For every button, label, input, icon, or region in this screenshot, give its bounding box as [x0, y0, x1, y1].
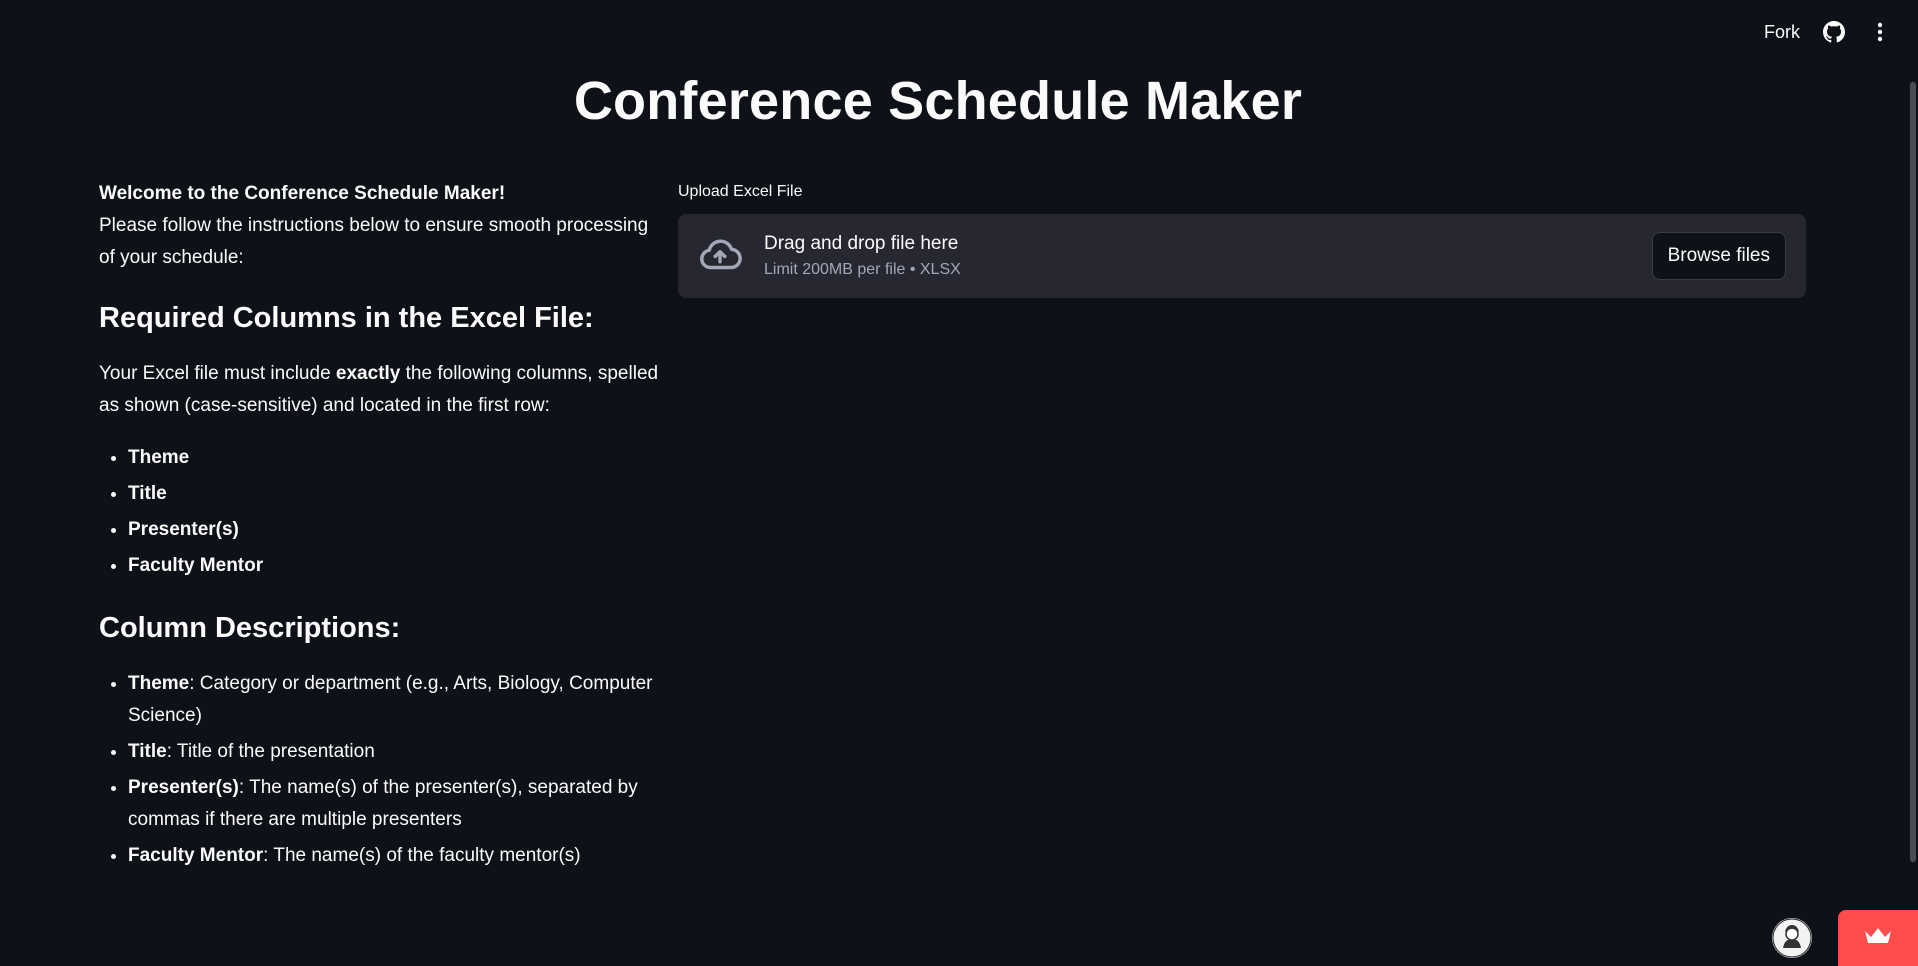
required-columns-list: Theme Title Presenter(s) Faculty Mentor	[99, 442, 659, 582]
dropzone-instruction: Drag and drop file here	[764, 233, 959, 254]
column-name: Theme	[128, 447, 190, 468]
column-description: : The name(s) of the faculty mentor(s)	[263, 845, 581, 866]
column-description: : Category or department (e.g., Arts, Bi…	[128, 673, 653, 726]
list-item: Theme: Category or department (e.g., Art…	[128, 668, 659, 732]
list-item: Faculty Mentor: The name(s) of the facul…	[128, 840, 659, 872]
page-title: Conference Schedule Maker	[573, 71, 1303, 131]
cloud-upload-icon	[696, 232, 744, 280]
list-item: Theme	[128, 442, 659, 474]
column-name: Faculty Mentor	[128, 555, 264, 576]
column-name: Presenter(s)	[128, 519, 239, 540]
column-name: Faculty Mentor	[128, 845, 264, 866]
list-item: Title: Title of the presentation	[128, 736, 659, 768]
list-item: Title	[128, 478, 659, 510]
github-icon[interactable]	[1822, 20, 1846, 44]
list-item: Faculty Mentor	[128, 550, 659, 582]
hosted-with-streamlit-badge[interactable]	[1838, 910, 1918, 966]
welcome-heading: Welcome to the Conference Schedule Maker…	[99, 183, 506, 204]
required-columns-paragraph: Your Excel file must include exactly the…	[99, 358, 659, 422]
page-scrollbar[interactable]	[1910, 82, 1916, 862]
upload-label: Upload Excel File	[678, 183, 803, 200]
column-name: Title	[128, 483, 167, 504]
user-avatar[interactable]	[1772, 918, 1812, 958]
column-name: Theme	[128, 673, 190, 694]
fork-link[interactable]: Fork	[1764, 22, 1800, 43]
crown-icon	[1863, 926, 1893, 951]
kebab-menu-icon[interactable]	[1868, 20, 1892, 44]
file-dropzone[interactable]: Drag and drop file here Limit 200MB per …	[678, 214, 1806, 298]
header-actions: Fork	[1764, 20, 1892, 44]
list-item: Presenter(s)	[128, 514, 659, 546]
column-name: Presenter(s)	[128, 777, 239, 798]
upload-column: Upload Excel File Drag and drop file her…	[678, 178, 1806, 298]
list-item: Presenter(s): The name(s) of the present…	[128, 772, 659, 836]
required-columns-heading: Required Columns in the Excel File:	[99, 302, 594, 334]
column-descriptions-list: Theme: Category or department (e.g., Art…	[99, 668, 659, 872]
welcome-text: Welcome to the Conference Schedule Maker…	[99, 178, 659, 274]
column-name: Title	[128, 741, 167, 762]
column-descriptions-heading: Column Descriptions:	[99, 612, 401, 644]
required-text-bold: exactly	[335, 363, 401, 384]
browse-files-button[interactable]: Browse files	[1651, 232, 1786, 280]
column-description: : Title of the presentation	[166, 741, 375, 762]
app-header: Fork	[0, 0, 1918, 66]
dropzone-limit: Limit 200MB per file • XLSX	[764, 261, 961, 278]
instruction-text: Please follow the instructions below to …	[99, 215, 649, 268]
instructions-column: Welcome to the Conference Schedule Maker…	[99, 178, 659, 876]
required-text-before: Your Excel file must include	[99, 363, 336, 384]
dropzone-text: Drag and drop file here Limit 200MB per …	[764, 230, 961, 282]
